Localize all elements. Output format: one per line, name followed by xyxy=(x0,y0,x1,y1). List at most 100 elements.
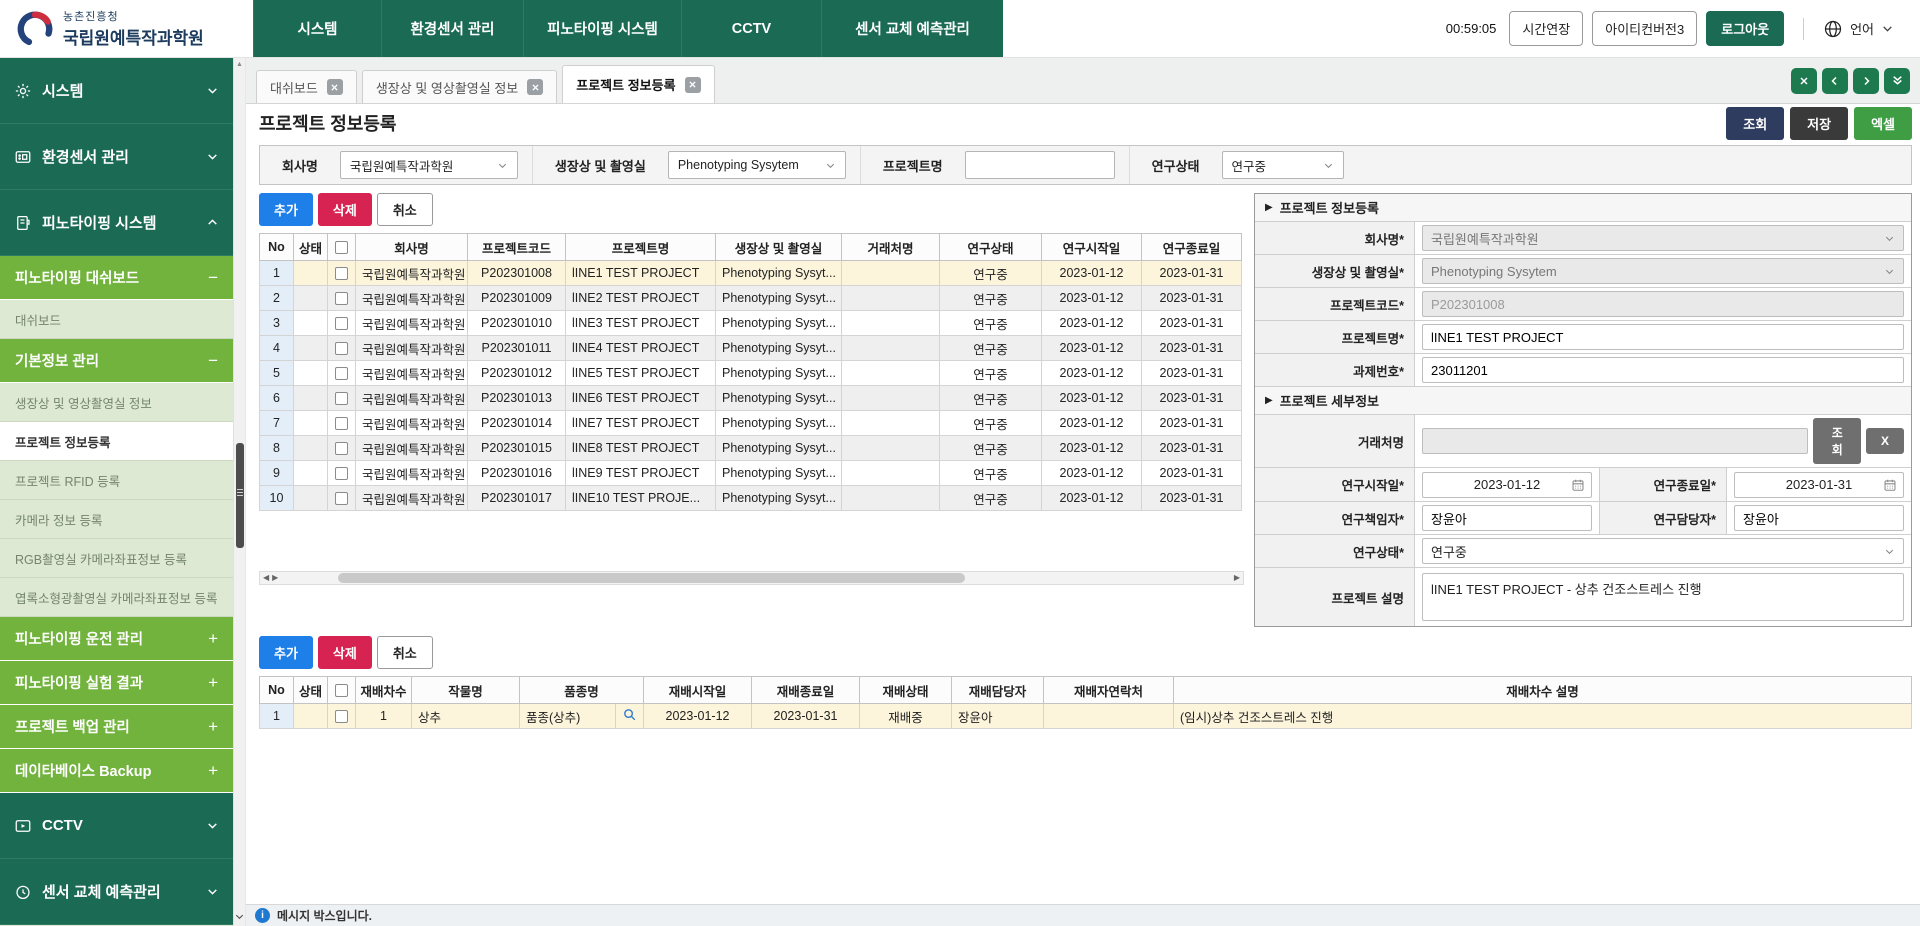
project-name-input[interactable] xyxy=(1422,324,1904,350)
sidebar-menu-item-7[interactable]: 프로젝트 정보등록 xyxy=(0,422,233,461)
row-checkbox[interactable] xyxy=(335,710,348,723)
sidebar-section-13[interactable]: 피노타이핑 실험 결과+ xyxy=(0,661,233,705)
contact-cell[interactable] xyxy=(1044,704,1174,729)
sidebar-section-12[interactable]: 피노타이핑 운전 관리+ xyxy=(0,617,233,661)
company-cell[interactable]: 국립원예특작과학원 xyxy=(356,461,468,486)
end-cell[interactable]: 2023-01-31 xyxy=(1142,311,1242,336)
project-row[interactable]: 7국립원예특작과학원P202301014lINE7 TEST PROJECTPh… xyxy=(260,411,1242,436)
cultivation-row[interactable]: 11상추품종(상추)2023-01-122023-01-31재배중장윤아(임시)… xyxy=(260,704,1912,729)
flag-cell[interactable] xyxy=(294,261,328,286)
column-header[interactable]: 연구시작일 xyxy=(1042,234,1142,261)
column-header[interactable]: 재배담당자 xyxy=(952,677,1044,704)
column-header[interactable]: 거래처명 xyxy=(842,234,940,261)
end-cell[interactable]: 2023-01-31 xyxy=(1142,261,1242,286)
sidebar-menu-item-9[interactable]: 카메라 정보 등록 xyxy=(0,500,233,539)
room-cell[interactable]: Phenotyping Sysyt... xyxy=(716,411,842,436)
column-header[interactable]: 회사명 xyxy=(356,234,468,261)
status-cell[interactable]: 연구중 xyxy=(940,486,1042,511)
end-cell[interactable]: 2023-01-31 xyxy=(1142,286,1242,311)
no-cell[interactable]: 10 xyxy=(260,486,294,511)
column-header[interactable]: 프로젝트코드 xyxy=(468,234,566,261)
name-cell[interactable]: lINE7 TEST PROJECT xyxy=(566,411,716,436)
no-cell[interactable]: 1 xyxy=(260,704,294,729)
status-cell[interactable]: 연구중 xyxy=(940,436,1042,461)
end-cell[interactable]: 2023-01-31 xyxy=(1142,411,1242,436)
flag-cell[interactable] xyxy=(294,436,328,461)
start-cell[interactable]: 2023-01-12 xyxy=(1042,436,1142,461)
sidebar-menu-item-11[interactable]: 엽록소형광촬영실 카메라좌표정보 등록 xyxy=(0,578,233,617)
column-header[interactable]: 연구종료일 xyxy=(1142,234,1242,261)
code-cell[interactable]: P202301008 xyxy=(468,261,566,286)
add-row-button[interactable]: 추가 xyxy=(259,193,313,226)
variety-cell[interactable]: 품종(상추) xyxy=(520,704,616,729)
flag-cell[interactable] xyxy=(294,411,328,436)
org-logo[interactable]: 농촌진흥청 국립원예특작과학원 xyxy=(0,0,253,57)
row-checkbox[interactable] xyxy=(335,417,348,430)
sidebar-scrollbar[interactable]: ▲ xyxy=(233,58,246,926)
select-all-checkbox[interactable] xyxy=(335,684,348,697)
column-header[interactable]: 상태 xyxy=(294,677,328,704)
status-filter-select[interactable]: 연구중 xyxy=(1222,151,1344,179)
scrollbar-thumb[interactable] xyxy=(338,573,965,583)
column-header[interactable]: 재배상태 xyxy=(860,677,952,704)
client-input[interactable] xyxy=(1422,428,1808,454)
tab-0[interactable]: 대쉬보드 xyxy=(256,70,357,103)
start-cell[interactable]: 2023-01-12 xyxy=(1042,486,1142,511)
scroll-right-arrow[interactable]: ▶ xyxy=(1234,574,1240,582)
no-cell[interactable]: 6 xyxy=(260,386,294,411)
flag-cell[interactable] xyxy=(294,286,328,311)
start-cell[interactable]: 2023-01-12 xyxy=(1042,286,1142,311)
excel-button[interactable]: 엑셀 xyxy=(1854,107,1912,140)
room-cell[interactable]: Phenotyping Sysyt... xyxy=(716,436,842,461)
column-header[interactable]: No xyxy=(260,677,294,704)
sidebar-item-2[interactable]: 피노타이핑 시스템 xyxy=(0,190,233,256)
no-cell[interactable]: 4 xyxy=(260,336,294,361)
end-cell[interactable]: 2023-01-31 xyxy=(1142,486,1242,511)
sidebar-menu-item-6[interactable]: 생장상 및 영상촬영실 정보 xyxy=(0,383,233,422)
delete-row-button[interactable]: 삭제 xyxy=(318,193,372,226)
chk-cell[interactable] xyxy=(328,411,356,436)
start-cell[interactable]: 2023-01-12 xyxy=(1042,361,1142,386)
sidebar-section-3[interactable]: 피노타이핑 대쉬보드− xyxy=(0,256,233,300)
client-clear-button[interactable]: X xyxy=(1866,428,1904,454)
code-cell[interactable]: P202301016 xyxy=(468,461,566,486)
project-row[interactable]: 9국립원예특작과학원P202301016lINE9 TEST PROJECTPh… xyxy=(260,461,1242,486)
code-cell[interactable]: P202301014 xyxy=(468,411,566,436)
company-cell[interactable]: 국립원예특작과학원 xyxy=(356,436,468,461)
row-checkbox[interactable] xyxy=(335,317,348,330)
tab-close-icon[interactable] xyxy=(527,79,543,95)
no-cell[interactable]: 9 xyxy=(260,461,294,486)
name-cell[interactable]: lINE3 TEST PROJECT xyxy=(566,311,716,336)
code-cell[interactable]: P202301011 xyxy=(468,336,566,361)
start-cell[interactable]: 2023-01-12 xyxy=(1042,386,1142,411)
name-cell[interactable]: lINE10 TEST PROJE... xyxy=(566,486,716,511)
search-cell[interactable] xyxy=(616,704,644,729)
scroll-left-arrow[interactable]: ◀ xyxy=(263,574,269,582)
code-cell[interactable]: P202301013 xyxy=(468,386,566,411)
end-cell[interactable]: 2023-01-31 xyxy=(1142,386,1242,411)
project-row[interactable]: 5국립원예특작과학원P202301012lINE5 TEST PROJECTPh… xyxy=(260,361,1242,386)
end-cell[interactable]: 2023-01-31 xyxy=(1142,336,1242,361)
logout-button[interactable]: 로그아웃 xyxy=(1706,11,1784,46)
room-cell[interactable]: Phenotyping Sysyt... xyxy=(716,361,842,386)
code-cell[interactable]: P202301009 xyxy=(468,286,566,311)
tab-close-icon[interactable] xyxy=(685,77,701,93)
column-header[interactable]: 작물명 xyxy=(412,677,520,704)
client-cell[interactable] xyxy=(842,261,940,286)
column-header[interactable]: 재배시작일 xyxy=(644,677,752,704)
sidebar-menu-item-8[interactable]: 프로젝트 RFID 등록 xyxy=(0,461,233,500)
status-cell[interactable]: 연구중 xyxy=(940,336,1042,361)
name-cell[interactable]: lINE2 TEST PROJECT xyxy=(566,286,716,311)
column-header[interactable]: 품종명 xyxy=(520,677,644,704)
company-select[interactable]: 국립원예특작과학원 xyxy=(1422,225,1904,251)
chk-cell[interactable] xyxy=(328,311,356,336)
column-header[interactable]: 재배차수 설명 xyxy=(1174,677,1912,704)
research-manager-input[interactable] xyxy=(1734,505,1904,531)
save-button[interactable]: 저장 xyxy=(1790,107,1848,140)
tab-next-button[interactable] xyxy=(1853,68,1879,94)
select-all-header[interactable] xyxy=(328,234,356,261)
status-cell[interactable]: 연구중 xyxy=(940,461,1042,486)
row-checkbox[interactable] xyxy=(335,267,348,280)
client-cell[interactable] xyxy=(842,361,940,386)
client-cell[interactable] xyxy=(842,311,940,336)
